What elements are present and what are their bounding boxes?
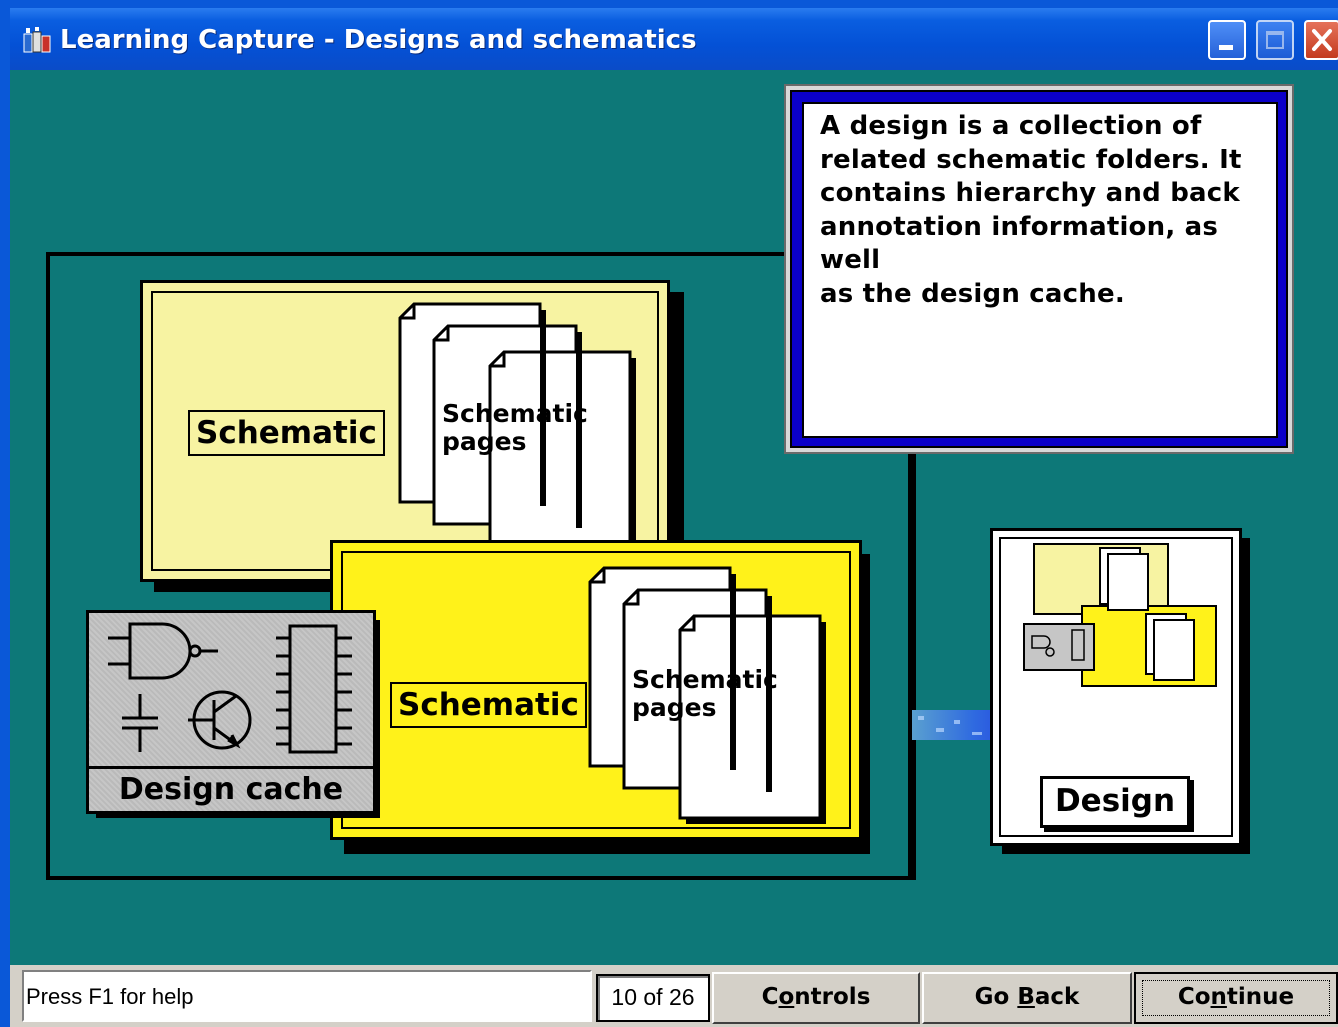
continue-button[interactable]: Continue xyxy=(1134,972,1338,1024)
page-counter: 10 of 26 xyxy=(611,984,695,1010)
window-title: Learning Capture - Designs and schematic… xyxy=(60,25,697,55)
minimize-icon xyxy=(1219,45,1233,50)
design-thumbnail-icon xyxy=(1023,543,1217,687)
maximize-button[interactable] xyxy=(1256,20,1294,60)
component-symbols-icon xyxy=(108,622,352,754)
callout-line-2: related schematic folders. It xyxy=(820,144,1242,175)
schematic-2-label: Schematic xyxy=(390,682,587,728)
callout-line-3: contains hierarchy and back xyxy=(820,178,1240,208)
close-icon xyxy=(1312,29,1332,51)
app-icon[interactable] xyxy=(22,26,52,56)
schematic-pages-1-line2: pages xyxy=(442,427,527,456)
focus-rect xyxy=(1142,980,1330,1016)
controls-label-part: ntrols xyxy=(794,984,871,1010)
schematic-1-label: Schematic xyxy=(188,410,385,456)
design-cache-label: Design cache xyxy=(118,772,344,807)
close-button[interactable] xyxy=(1304,20,1338,60)
callout-line-4: annotation information, as well xyxy=(820,211,1219,276)
controls-mnemonic: o xyxy=(778,984,795,1010)
schematic-pages-2-line2: pages xyxy=(632,693,717,722)
schematic-pages-1-label: Schematic pages xyxy=(442,400,602,456)
go-back-button[interactable]: Go Back xyxy=(922,972,1132,1024)
callout-text: A design is a collection of related sche… xyxy=(820,110,1270,311)
callout-line-5: as the design cache. xyxy=(820,278,1125,309)
design-label: Design xyxy=(1054,783,1176,819)
go-back-label-part: Go xyxy=(974,984,1018,1010)
callout-line-1: A design is a collection of xyxy=(820,111,1202,141)
go-back-label-part: ack xyxy=(1034,984,1080,1010)
controls-button[interactable]: Controls xyxy=(712,972,920,1024)
controls-label-part: C xyxy=(761,984,779,1010)
schematic-pages-2-label: Schematic pages xyxy=(632,666,792,722)
maximize-icon xyxy=(1266,31,1284,49)
schematic-pages-2-line1: Schematic xyxy=(632,665,778,694)
go-back-mnemonic: B xyxy=(1017,984,1035,1010)
minimize-button[interactable] xyxy=(1208,20,1246,60)
status-help-text: Press F1 for help xyxy=(26,984,194,1009)
schematic-pages-1-line1: Schematic xyxy=(442,399,588,428)
callout-connector xyxy=(908,450,913,880)
